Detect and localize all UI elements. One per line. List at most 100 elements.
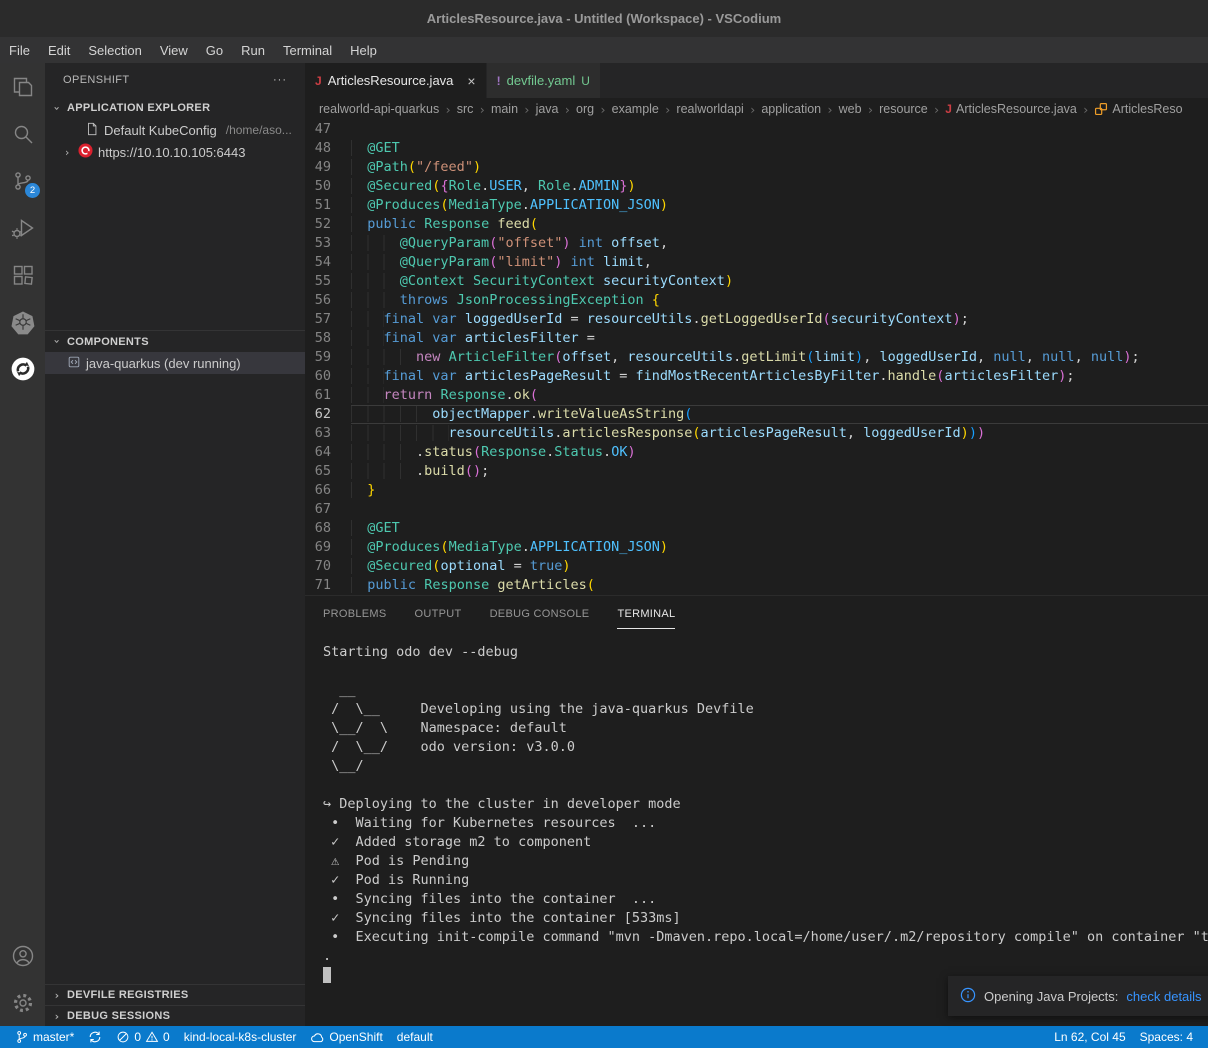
line-number: 66: [305, 481, 351, 500]
menu-file[interactable]: File: [0, 37, 39, 63]
activity-run-and-debug-icon[interactable]: [0, 204, 45, 251]
code-line-70[interactable]: 70 @Secured(optional = true): [305, 557, 1208, 576]
status-right-spaces-4[interactable]: Spaces: 4: [1133, 1026, 1200, 1048]
code-line-51[interactable]: 51 @Produces(MediaType.APPLICATION_JSON): [305, 196, 1208, 215]
code-line-67[interactable]: 67: [305, 500, 1208, 519]
menu-terminal[interactable]: Terminal: [274, 37, 341, 63]
activity-kubernetes-icon[interactable]: [0, 298, 45, 345]
tab-devfile.yaml[interactable]: !devfile.yamlU: [487, 63, 601, 98]
code-line-47[interactable]: 47: [305, 120, 1208, 139]
workbench: 2 OPENSHIFT ··· › APPLICATION EXPLORER D…: [0, 63, 1208, 1026]
breadcrumb-separator: ›: [444, 102, 452, 117]
menu-run[interactable]: Run: [232, 37, 274, 63]
terminal[interactable]: Starting odo dev --debug __ / \__ Develo…: [305, 629, 1208, 1026]
code-line-71[interactable]: 71 public Response getArticles(: [305, 576, 1208, 595]
terminal-line: \__/: [323, 757, 1208, 776]
breadcrumb-segment[interactable]: src: [457, 102, 474, 116]
devfile-registries-header[interactable]: › DEVFILE REGISTRIES: [45, 984, 305, 1005]
terminal-line: ✓ Syncing files into the container [533m…: [323, 909, 1208, 928]
activity-explorer-icon[interactable]: [0, 63, 45, 110]
notification-toast[interactable]: Opening Java Projects: check details: [948, 976, 1208, 1016]
code-line-48[interactable]: 48 @GET: [305, 139, 1208, 158]
breadcrumb-segment[interactable]: web: [839, 102, 862, 116]
status-left-default[interactable]: default: [390, 1026, 440, 1048]
line-number: 68: [305, 519, 351, 538]
code-line-61[interactable]: 61 return Response.ok(: [305, 386, 1208, 405]
tree-item-kubeconfig[interactable]: Default KubeConfig /home/aso...: [45, 119, 305, 141]
application-explorer-header[interactable]: › APPLICATION EXPLORER: [45, 97, 305, 119]
status-left-sync[interactable]: [81, 1026, 109, 1048]
code-text: @Context SecurityContext securityContext…: [351, 272, 1208, 291]
code-line-65[interactable]: 65 .build();: [305, 462, 1208, 481]
panel-tab-debug-console[interactable]: DEBUG CONSOLE: [490, 608, 590, 629]
code-editor[interactable]: 4748 @GET49 @Path("/feed")50 @Secured({R…: [305, 120, 1208, 595]
debug-sessions-header[interactable]: › DEBUG SESSIONS: [45, 1005, 305, 1026]
menu-selection[interactable]: Selection: [79, 37, 150, 63]
code-line-54[interactable]: 54 @QueryParam("limit") int limit,: [305, 253, 1208, 272]
breadcrumb-segment[interactable]: JArticlesResource.java: [945, 102, 1077, 116]
code-line-64[interactable]: 64 .status(Response.Status.OK): [305, 443, 1208, 462]
terminal-line: [323, 776, 1208, 795]
code-line-49[interactable]: 49 @Path("/feed"): [305, 158, 1208, 177]
section-components: › COMPONENTS java-quarkus (dev running): [45, 330, 305, 984]
menu-view[interactable]: View: [151, 37, 197, 63]
panel-tab-output[interactable]: OUTPUT: [415, 608, 462, 629]
status-left-cloud-openshift[interactable]: OpenShift: [303, 1026, 389, 1048]
notification-link[interactable]: check details: [1126, 989, 1201, 1004]
status-left-error-0-warning-0[interactable]: 00: [109, 1026, 176, 1048]
status-left-branch-master*[interactable]: master*: [8, 1026, 81, 1048]
code-line-57[interactable]: 57 final var loggedUserId = resourceUtil…: [305, 310, 1208, 329]
code-line-53[interactable]: 53 @QueryParam("offset") int offset,: [305, 234, 1208, 253]
status-text: 0: [134, 1030, 141, 1044]
code-line-56[interactable]: 56 throws JsonProcessingException {: [305, 291, 1208, 310]
code-line-52[interactable]: 52 public Response feed(: [305, 215, 1208, 234]
breadcrumb-segment[interactable]: main: [491, 102, 518, 116]
code-line-55[interactable]: 55 @Context SecurityContext securityCont…: [305, 272, 1208, 291]
terminal-line: ⚠ Pod is Pending: [323, 852, 1208, 871]
code-line-58[interactable]: 58 final var articlesFilter =: [305, 329, 1208, 348]
chevron-right-icon: ›: [51, 989, 63, 1002]
breadcrumb-segment[interactable]: ArticlesReso: [1094, 102, 1182, 116]
breadcrumb-segment[interactable]: application: [761, 102, 821, 116]
status-left-kind-local-k8s-cluster[interactable]: kind-local-k8s-cluster: [177, 1026, 304, 1048]
components-header[interactable]: › COMPONENTS: [45, 330, 305, 352]
sidebar-title: OPENSHIFT: [63, 74, 130, 86]
menu-edit[interactable]: Edit: [39, 37, 79, 63]
sidebar-title-row: OPENSHIFT ···: [45, 63, 305, 97]
code-line-59[interactable]: 59 new ArticleFilter(offset, resourceUti…: [305, 348, 1208, 367]
breadcrumb-segment[interactable]: realworld-api-quarkus: [319, 102, 439, 116]
code-line-66[interactable]: 66 }: [305, 481, 1208, 500]
activity-source-control-icon[interactable]: 2: [0, 157, 45, 204]
breadcrumb-segment[interactable]: example: [612, 102, 659, 116]
activity-settings-icon[interactable]: [0, 979, 45, 1026]
code-line-50[interactable]: 50 @Secured({Role.USER, Role.ADMIN}): [305, 177, 1208, 196]
code-text: @Produces(MediaType.APPLICATION_JSON): [351, 538, 1208, 557]
close-icon[interactable]: ×: [467, 73, 475, 89]
activity-search-icon[interactable]: [0, 110, 45, 157]
window-title: ArticlesResource.java - Untitled (Worksp…: [427, 11, 781, 26]
activity-extensions-icon[interactable]: [0, 251, 45, 298]
status-bar: master* 00kind-local-k8s-clusterOpenShift…: [0, 1026, 1208, 1048]
file-icon: [85, 122, 99, 139]
activity-accounts-icon[interactable]: [0, 932, 45, 979]
code-line-62[interactable]: 62 objectMapper.writeValueAsString(: [305, 405, 1208, 424]
more-actions-icon[interactable]: ···: [273, 74, 287, 86]
status-right-ln-62-col-45[interactable]: Ln 62, Col 45: [1047, 1026, 1132, 1048]
breadcrumb-segment[interactable]: realworldapi: [676, 102, 743, 116]
breadcrumb-segment[interactable]: org: [576, 102, 594, 116]
activity-openshift-icon[interactable]: [0, 345, 45, 392]
tab-ArticlesResource.java[interactable]: JArticlesResource.java×: [305, 63, 487, 98]
code-line-68[interactable]: 68 @GET: [305, 519, 1208, 538]
panel-tab-problems[interactable]: PROBLEMS: [323, 608, 387, 629]
code-line-63[interactable]: 63 resourceUtils.articlesResponse(articl…: [305, 424, 1208, 443]
tree-item-component-java-quarkus[interactable]: java-quarkus (dev running): [45, 352, 305, 374]
tree-item-cluster[interactable]: › https://10.10.10.105:6443: [45, 141, 305, 163]
menu-go[interactable]: Go: [197, 37, 232, 63]
line-number: 54: [305, 253, 351, 272]
code-line-69[interactable]: 69 @Produces(MediaType.APPLICATION_JSON): [305, 538, 1208, 557]
menu-help[interactable]: Help: [341, 37, 386, 63]
panel-tab-terminal[interactable]: TERMINAL: [617, 608, 675, 629]
breadcrumb-segment[interactable]: java: [536, 102, 559, 116]
breadcrumb-segment[interactable]: resource: [879, 102, 928, 116]
code-line-60[interactable]: 60 final var articlesPageResult = findMo…: [305, 367, 1208, 386]
